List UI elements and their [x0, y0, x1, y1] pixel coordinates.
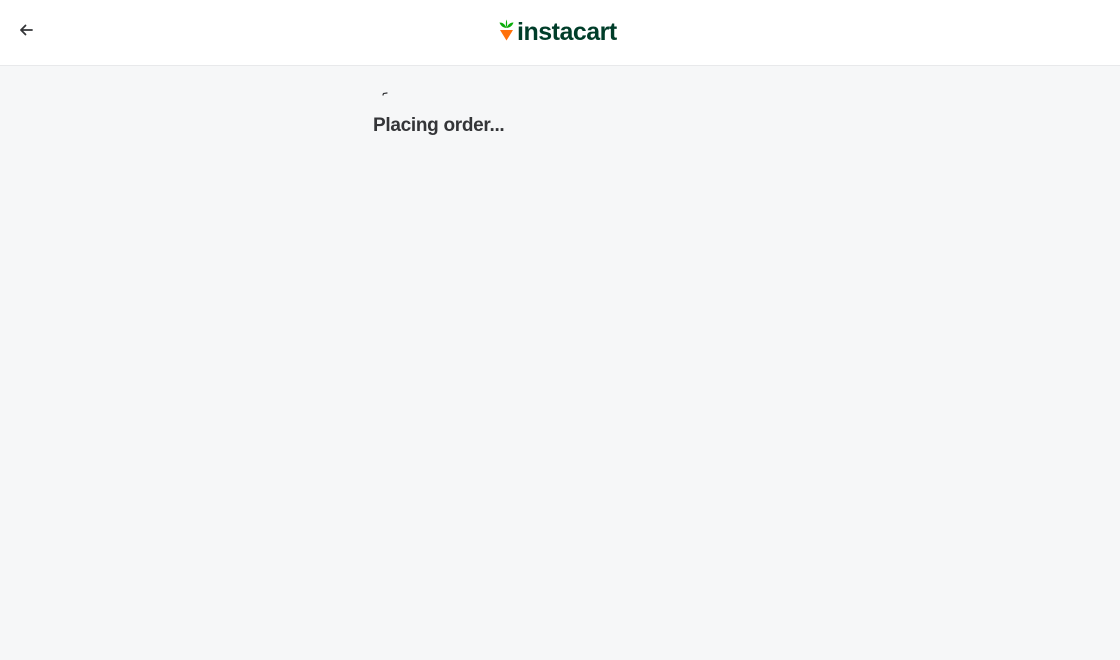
instacart-logo[interactable]: instacart: [498, 18, 617, 46]
logo-wordmark: instacart: [517, 18, 617, 46]
carrot-icon: [498, 19, 515, 46]
loading-spinner-icon: [382, 83, 388, 96]
placing-order-status: Placing order...: [373, 115, 505, 136]
main-content: Placing order...: [0, 66, 1120, 660]
arrow-left-icon: [18, 22, 34, 43]
back-button[interactable]: [12, 18, 40, 46]
top-header: instacart: [0, 0, 1120, 66]
